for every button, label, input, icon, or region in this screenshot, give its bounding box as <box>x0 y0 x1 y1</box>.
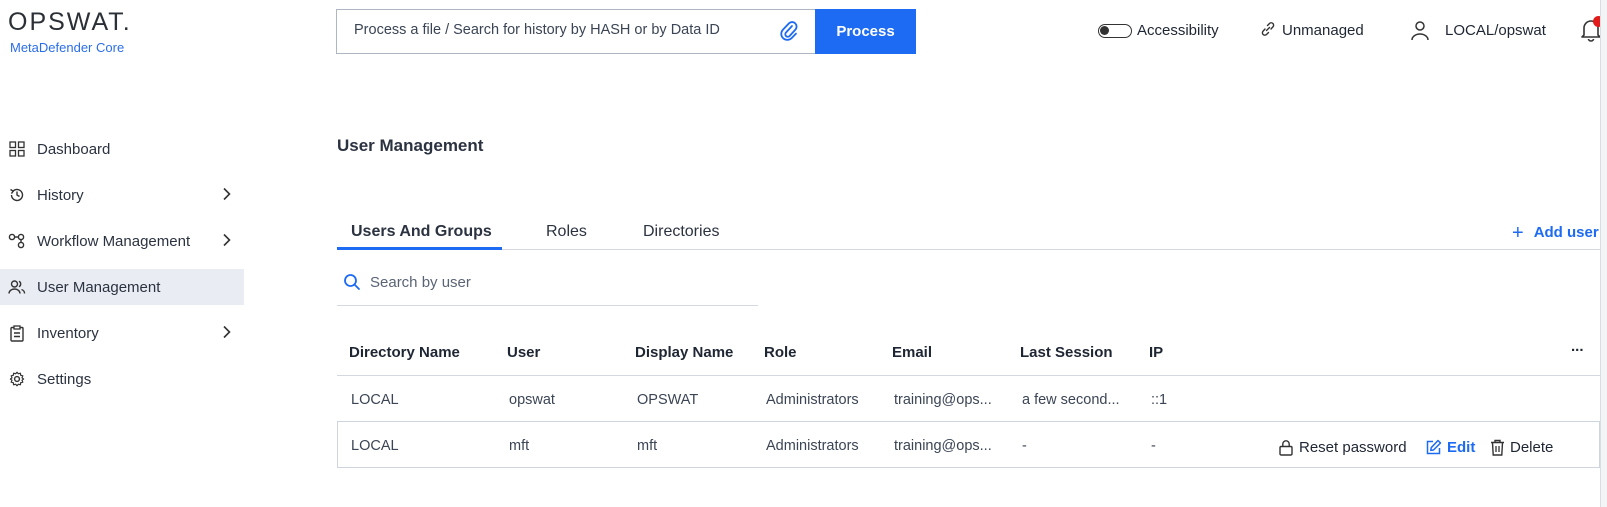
sidebar-item-label: User Management <box>37 278 161 296</box>
accessibility-label[interactable]: Accessibility <box>1137 22 1219 39</box>
accessibility-toggle[interactable] <box>1098 24 1132 38</box>
column-header-ip[interactable]: IP <box>1149 344 1163 361</box>
sidebar-item-workflow-management[interactable]: Workflow Management <box>0 223 244 259</box>
clipboard-icon <box>8 324 26 342</box>
sidebar-item-label: Settings <box>37 370 92 388</box>
process-search-placeholder: Process a file / Search for history by H… <box>354 22 720 38</box>
table-cell-directory: LOCAL <box>351 438 399 454</box>
sidebar-item-label: Inventory <box>37 324 99 342</box>
column-header-email[interactable]: Email <box>892 344 932 361</box>
tabs-divider <box>337 249 1600 250</box>
table-cell-directory: LOCAL <box>351 392 399 408</box>
chevron-right-icon <box>223 325 231 339</box>
table-cell-last-session: - <box>1022 438 1027 454</box>
table-cell-user: mft <box>509 438 530 454</box>
table-cell-ip: - <box>1151 438 1156 454</box>
chevron-right-icon <box>223 233 231 247</box>
chevron-right-icon <box>223 187 231 201</box>
delete-button[interactable]: Delete <box>1490 439 1553 456</box>
brand-product: MetaDefender Core <box>10 40 125 55</box>
table-cell-role: Administrators <box>766 392 859 408</box>
column-options-menu[interactable]: ... <box>1571 338 1584 355</box>
users-icon <box>8 278 26 296</box>
edit-label: Edit <box>1447 439 1476 456</box>
tab-roles[interactable]: Roles <box>546 223 587 241</box>
sidebar-item-label: History <box>37 186 84 204</box>
tab-directories[interactable]: Directories <box>643 223 719 241</box>
user-icon[interactable] <box>1410 20 1430 42</box>
brand-logo[interactable]: OPSWAT. <box>8 8 132 37</box>
sidebar-item-dashboard[interactable]: Dashboard <box>0 131 244 167</box>
sidebar-item-label: Dashboard <box>37 140 111 158</box>
column-header-directory-name[interactable]: Directory Name <box>349 344 460 361</box>
user-search-input[interactable]: Search by user <box>370 274 471 291</box>
workflow-icon <box>8 232 26 250</box>
column-header-last-session[interactable]: Last Session <box>1020 344 1113 361</box>
toggle-knob <box>1100 26 1109 35</box>
tab-users-and-groups[interactable]: Users And Groups <box>351 223 492 241</box>
add-user-label: Add user <box>1533 224 1599 241</box>
active-tab-indicator <box>337 247 502 250</box>
add-user-button[interactable]: + Add user <box>1512 221 1599 244</box>
history-icon <box>8 186 26 204</box>
edit-button[interactable]: Edit <box>1425 439 1475 456</box>
table-cell-ip: ::1 <box>1151 392 1168 408</box>
page-title: User Management <box>337 136 484 155</box>
unlink-icon <box>1261 22 1275 36</box>
sidebar-item-user-management[interactable]: User Management <box>0 269 244 305</box>
page-scrollbar[interactable] <box>1600 0 1607 507</box>
sidebar-item-label: Workflow Management <box>37 232 191 250</box>
trash-icon <box>1491 439 1504 456</box>
table-cell-display-name: OPSWAT <box>637 392 699 408</box>
column-header-display-name[interactable]: Display Name <box>635 344 733 361</box>
current-user-menu[interactable]: LOCAL/opswat <box>1445 22 1546 39</box>
sidebar-item-settings[interactable]: Settings <box>0 361 244 397</box>
table-cell-last-session: a few second... <box>1022 392 1120 408</box>
edit-icon <box>1426 439 1442 455</box>
sidebar-item-history[interactable]: History <box>0 177 244 213</box>
reset-password-button[interactable]: Reset password <box>1278 439 1407 456</box>
search-icon <box>344 274 360 290</box>
sidebar-item-inventory[interactable]: Inventory <box>0 315 244 351</box>
lock-icon <box>1279 440 1293 456</box>
table-cell-display-name: mft <box>637 438 658 454</box>
reset-password-label: Reset password <box>1299 439 1407 456</box>
search-underline <box>337 305 758 306</box>
process-button[interactable]: Process <box>815 9 916 54</box>
gear-icon <box>8 370 26 388</box>
table-header-divider <box>337 375 1600 376</box>
table-cell-role: Administrators <box>766 438 859 454</box>
table-cell-user: opswat <box>509 392 555 408</box>
column-header-role[interactable]: Role <box>764 344 797 361</box>
plus-icon: + <box>1512 221 1524 244</box>
paperclip-icon[interactable] <box>780 20 798 42</box>
unmanaged-status[interactable]: Unmanaged <box>1282 22 1364 39</box>
grid-icon <box>8 140 26 158</box>
delete-label: Delete <box>1510 439 1554 456</box>
column-header-user[interactable]: User <box>507 344 540 361</box>
table-cell-email: training@ops... <box>894 438 992 454</box>
table-cell-email: training@ops... <box>894 392 992 408</box>
